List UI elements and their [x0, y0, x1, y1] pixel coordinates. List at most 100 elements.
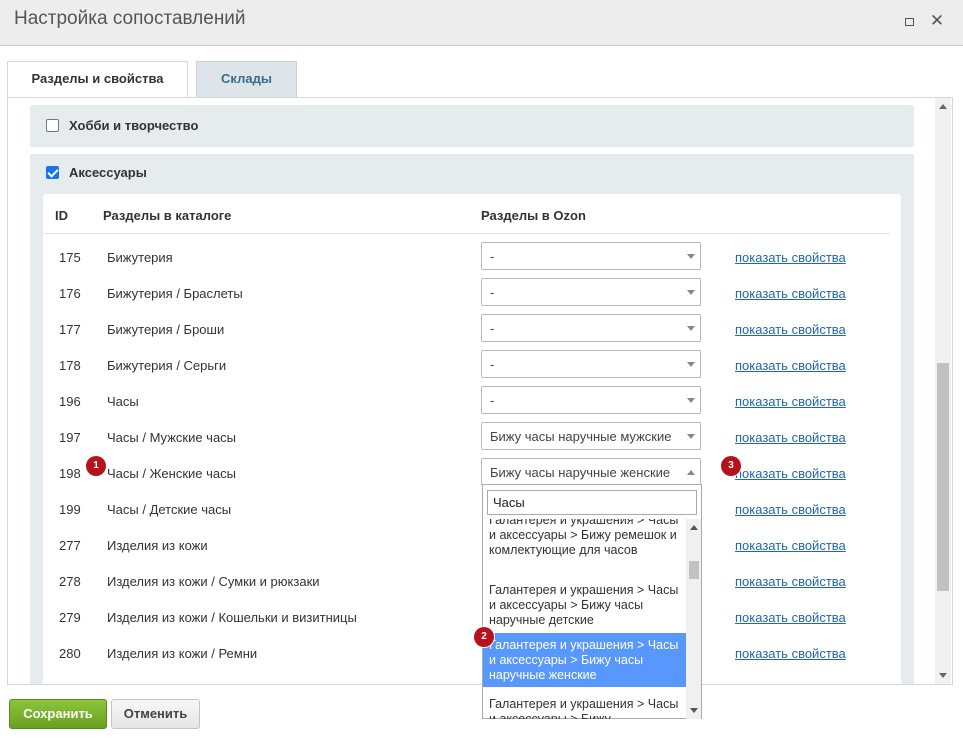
show-properties-link[interactable]: показать свойства	[735, 250, 846, 265]
table-row: 178 Бижутерия / Серьги - показать свойст…	[43, 348, 890, 384]
show-properties-link[interactable]: показать свойства	[735, 538, 846, 553]
row-id: 279	[59, 610, 81, 625]
ozon-select[interactable]: -	[481, 350, 701, 378]
row-id: 178	[59, 358, 81, 373]
row-name: Часы / Детские часы	[107, 502, 232, 517]
show-properties-link[interactable]: показать свойства	[735, 646, 846, 661]
table-row: 196 Часы - показать свойства	[43, 384, 890, 420]
table-row: 197 Часы / Мужские часы Бижу часы наручн…	[43, 420, 890, 456]
show-properties-link[interactable]: показать свойства	[735, 430, 846, 445]
table-header: ID Разделы в каталоге Разделы в Ozon	[43, 194, 890, 234]
scroll-up-icon[interactable]	[690, 525, 698, 530]
chevron-down-icon	[687, 254, 695, 259]
ozon-select[interactable]: -	[481, 278, 701, 306]
scroll-down-icon[interactable]	[939, 673, 947, 678]
chevron-up-icon	[687, 470, 695, 475]
table-row: 198 Часы / Женские часы Бижу часы наручн…	[43, 456, 890, 492]
section-accessories: Аксессуары ID Разделы в каталоге Разделы…	[30, 154, 914, 684]
row-name: Изделия из кожи / Сумки и рюкзаки	[107, 574, 320, 589]
show-properties-link[interactable]: показать свойства	[735, 286, 846, 301]
show-properties-link[interactable]: показать свойства	[735, 358, 846, 373]
select-value: -	[490, 285, 495, 300]
section-label: Аксессуары	[69, 165, 147, 180]
scroll-thumb[interactable]	[937, 363, 949, 591]
row-name: Часы / Мужские часы	[107, 430, 237, 445]
select-value: Бижу часы наручные мужские	[490, 429, 672, 444]
dropdown-scrollbar[interactable]	[686, 519, 701, 719]
hobby-checkbox[interactable]	[46, 119, 59, 132]
select-value: -	[490, 249, 495, 264]
row-id: 175	[59, 250, 81, 265]
save-button[interactable]: Сохранить	[9, 699, 107, 729]
row-name: Бижутерия / Браслеты	[107, 286, 243, 301]
row-id: 196	[59, 394, 81, 409]
show-properties-link[interactable]: показать свойства	[735, 466, 846, 481]
callout-badge-2: 2	[474, 627, 494, 647]
callout-badge-1: 1	[86, 456, 106, 476]
tab-sections-properties[interactable]: Разделы и свойства	[7, 61, 188, 98]
panel-scrollbar[interactable]	[935, 98, 951, 684]
row-name: Изделия из кожи	[107, 538, 208, 553]
table-row: 280 Изделия из кожи / Ремни показать сво…	[43, 636, 890, 672]
table-row: 279 Изделия из кожи / Кошельки и визитни…	[43, 600, 890, 636]
show-properties-link[interactable]: показать свойства	[735, 394, 846, 409]
table-row: 177 Бижутерия / Броши - показать свойств…	[43, 312, 890, 348]
close-icon[interactable]: ✕	[929, 12, 945, 29]
ozon-select[interactable]: Бижу часы наручные мужские	[481, 422, 701, 450]
dialog-titlebar: Настройка сопоставлений ✕	[0, 0, 963, 46]
callout-badge-3: 3	[721, 456, 741, 476]
header-ozon: Разделы в Ozon	[481, 208, 586, 223]
chevron-down-icon	[687, 326, 695, 331]
row-id: 177	[59, 322, 81, 337]
select-value: -	[490, 393, 495, 408]
chevron-down-icon	[687, 290, 695, 295]
section-label: Хобби и творчество	[69, 118, 199, 133]
show-properties-link[interactable]: показать свойства	[735, 322, 846, 337]
cancel-button[interactable]: Отменить	[111, 699, 200, 729]
row-id: 198	[59, 466, 81, 481]
scroll-down-icon[interactable]	[690, 708, 698, 713]
scroll-thumb[interactable]	[689, 561, 699, 579]
header-id: ID	[55, 208, 68, 223]
row-id: 176	[59, 286, 81, 301]
dropdown-search-input[interactable]	[487, 490, 697, 515]
row-name: Изделия из кожи / Ремни	[107, 646, 258, 661]
table-row: 176 Бижутерия / Браслеты - показать свой…	[43, 276, 890, 312]
ozon-select[interactable]: -	[481, 242, 701, 270]
select-value: -	[490, 321, 495, 336]
table-row: 278 Изделия из кожи / Сумки и рюкзаки по…	[43, 564, 890, 600]
section-hobby: Хобби и творчество	[30, 105, 914, 147]
dropdown-option[interactable]: Галантерея и украшения > Часы и аксессуа…	[483, 583, 686, 628]
ozon-category-dropdown: Галантерея и украшения > Часы и аксессуа…	[482, 484, 702, 719]
row-id: 280	[59, 646, 81, 661]
scroll-up-icon[interactable]	[939, 104, 947, 109]
row-id: 278	[59, 574, 81, 589]
table-row: 277 Изделия из кожи показать свойства	[43, 528, 890, 564]
ozon-select[interactable]: -	[481, 386, 701, 414]
ozon-select[interactable]: -	[481, 314, 701, 342]
chevron-down-icon	[687, 398, 695, 403]
show-properties-link[interactable]: показать свойства	[735, 610, 846, 625]
row-name: Бижутерия / Серьги	[107, 358, 227, 373]
select-value: -	[490, 357, 495, 372]
dialog-title: Настройка сопоставлений	[14, 8, 246, 29]
mapping-table: ID Разделы в каталоге Разделы в Ozon 175…	[43, 194, 901, 684]
tab-warehouses[interactable]: Склады	[196, 61, 297, 97]
dropdown-option-highlighted[interactable]: Галантерея и украшения > Часы и аксессуа…	[483, 633, 686, 687]
dropdown-option[interactable]: Галантерея и украшения > Часы и аксессуа…	[483, 697, 686, 719]
dropdown-options: Галантерея и украшения > Часы и аксессуа…	[483, 519, 686, 719]
header-catalog: Разделы в каталоге	[103, 208, 232, 223]
table-row: 175 Бижутерия - показать свойства	[43, 240, 890, 276]
maximize-icon[interactable]	[901, 13, 917, 29]
row-id: 199	[59, 502, 81, 517]
dropdown-option[interactable]: Галантерея и украшения > Часы и аксессуа…	[483, 519, 686, 558]
show-properties-link[interactable]: показать свойства	[735, 574, 846, 589]
chevron-down-icon	[687, 362, 695, 367]
chevron-down-icon	[687, 434, 695, 439]
show-properties-link[interactable]: показать свойства	[735, 502, 846, 517]
accessories-checkbox[interactable]	[46, 166, 59, 179]
ozon-select-open[interactable]: Бижу часы наручные женские	[481, 458, 701, 486]
row-name: Часы	[107, 394, 139, 409]
tab-panel: Хобби и творчество Аксессуары ID Разделы…	[7, 97, 953, 685]
row-name: Бижутерия / Броши	[107, 322, 225, 337]
